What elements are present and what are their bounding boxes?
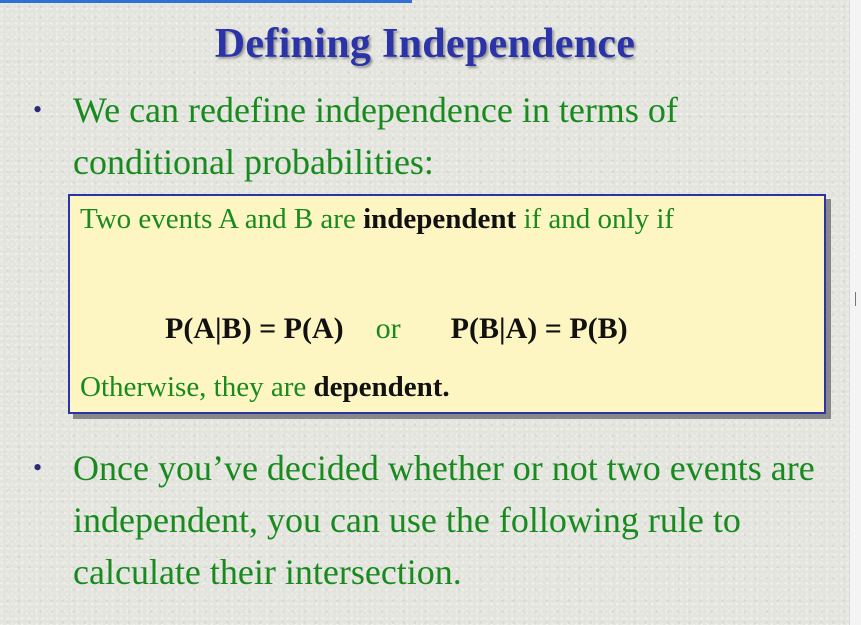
- formula-left: P(A|B) = P(A): [165, 312, 344, 345]
- top-rule: [0, 0, 412, 3]
- formula-or: or: [375, 312, 401, 345]
- bullet-1: • We can redefine independence in terms o…: [33, 84, 813, 188]
- window-edge-strip: [849, 0, 861, 625]
- bullet-2-text: Once you’ve decided whether or not two e…: [73, 448, 815, 592]
- definition-text-post: if and only if: [516, 203, 675, 235]
- definition-text-pre: Two events A and B are: [80, 203, 364, 235]
- otherwise-statement: Otherwise, they are dependent.: [80, 368, 450, 406]
- dependent-term: dependent.: [313, 371, 450, 403]
- independence-formula: P(A|B) = P(A) or P(B|A) = P(B): [165, 312, 628, 346]
- definition-box: Two events A and B are independent if an…: [68, 194, 826, 414]
- slide: Defining Independence • We can redefine i…: [0, 0, 850, 625]
- bullet-1-text: We can redefine independence in terms of…: [73, 90, 678, 182]
- bullet-marker: •: [33, 95, 43, 124]
- formula-right: P(B|A) = P(B): [450, 312, 628, 345]
- edge-tick: [855, 292, 856, 306]
- independent-term: independent: [363, 203, 517, 235]
- definition-statement: Two events A and B are independent if an…: [80, 200, 814, 238]
- bullet-marker: •: [33, 453, 43, 482]
- otherwise-text-pre: Otherwise, they are: [80, 371, 314, 403]
- slide-title: Defining Independence: [214, 21, 636, 67]
- bullet-2: • Once you’ve decided whether or not two …: [33, 442, 843, 598]
